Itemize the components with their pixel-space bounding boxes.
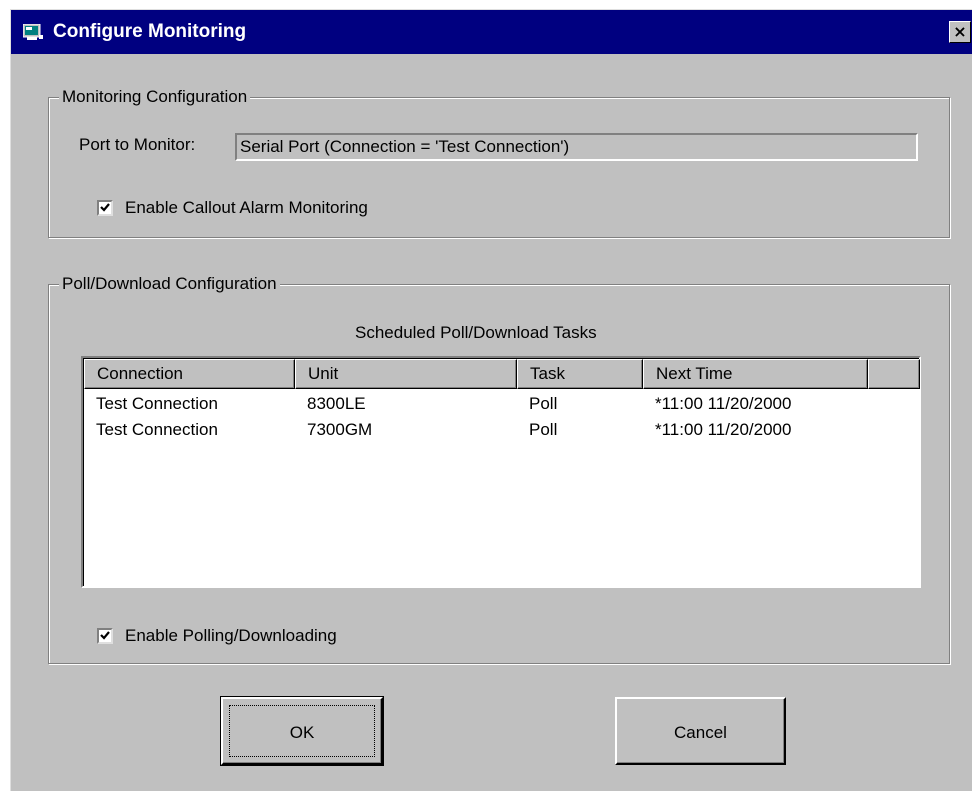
poll-download-config-group: Poll/Download Configuration Scheduled Po… bbox=[48, 271, 950, 664]
close-button[interactable]: × bbox=[949, 21, 971, 43]
poll-download-config-legend: Poll/Download Configuration bbox=[59, 271, 280, 297]
close-icon: × bbox=[953, 22, 967, 41]
callout-alarm-checkbox[interactable]: Enable Callout Alarm Monitoring bbox=[97, 196, 368, 220]
cell-task: Poll bbox=[529, 394, 558, 413]
cell-unit: 7300GM bbox=[307, 420, 373, 439]
title-bar[interactable]: Configure Monitoring × bbox=[11, 10, 972, 54]
monitoring-config-group: Monitoring Configuration Port to Monitor… bbox=[48, 84, 950, 238]
configure-monitoring-dialog: Configure Monitoring × Monitoring Config… bbox=[10, 9, 972, 791]
column-header-connection[interactable]: Connection bbox=[84, 359, 295, 389]
column-header-unit[interactable]: Unit bbox=[295, 359, 517, 389]
list-header: Connection Unit Task Next Time bbox=[84, 359, 920, 389]
cancel-button[interactable]: Cancel bbox=[615, 697, 786, 765]
cancel-button-label: Cancel bbox=[674, 723, 727, 742]
column-header-empty bbox=[868, 359, 920, 389]
scheduled-tasks-caption: Scheduled Poll/Download Tasks bbox=[355, 323, 597, 342]
cell-next-time: *11:00 11/20/2000 bbox=[655, 394, 792, 413]
cell-next-time: *11:00 11/20/2000 bbox=[655, 420, 792, 439]
enable-polling-checkbox[interactable]: Enable Polling/Downloading bbox=[97, 624, 337, 648]
ok-button-label: OK bbox=[289, 723, 315, 742]
port-to-monitor-field: Serial Port (Connection = 'Test Connecti… bbox=[235, 133, 918, 161]
ok-button[interactable]: OK bbox=[220, 696, 384, 766]
monitoring-config-legend: Monitoring Configuration bbox=[59, 84, 251, 110]
table-row[interactable]: Test Connection 8300LE Poll *11:00 11/20… bbox=[84, 391, 868, 417]
scheduled-tasks-list[interactable]: Connection Unit Task Next Time Test Conn… bbox=[81, 356, 921, 588]
enable-polling-checkbox-box[interactable] bbox=[97, 628, 113, 644]
window-title: Configure Monitoring bbox=[53, 21, 247, 42]
column-header-next-time[interactable]: Next Time bbox=[643, 359, 868, 389]
enable-polling-checkbox-label: Enable Polling/Downloading bbox=[125, 626, 337, 645]
callout-alarm-checkbox-label: Enable Callout Alarm Monitoring bbox=[125, 198, 368, 217]
checkmark-icon bbox=[100, 631, 110, 640]
checkmark-icon bbox=[100, 203, 110, 212]
cell-connection: Test Connection bbox=[96, 420, 218, 439]
port-to-monitor-label: Port to Monitor: bbox=[79, 135, 196, 154]
column-header-task[interactable]: Task bbox=[517, 359, 643, 389]
cell-unit: 8300LE bbox=[307, 394, 366, 413]
callout-alarm-checkbox-box[interactable] bbox=[97, 200, 113, 216]
cell-connection: Test Connection bbox=[96, 394, 218, 413]
monitor-app-icon bbox=[22, 23, 43, 41]
cell-task: Poll bbox=[529, 420, 558, 439]
table-row[interactable]: Test Connection 7300GM Poll *11:00 11/20… bbox=[84, 417, 868, 443]
